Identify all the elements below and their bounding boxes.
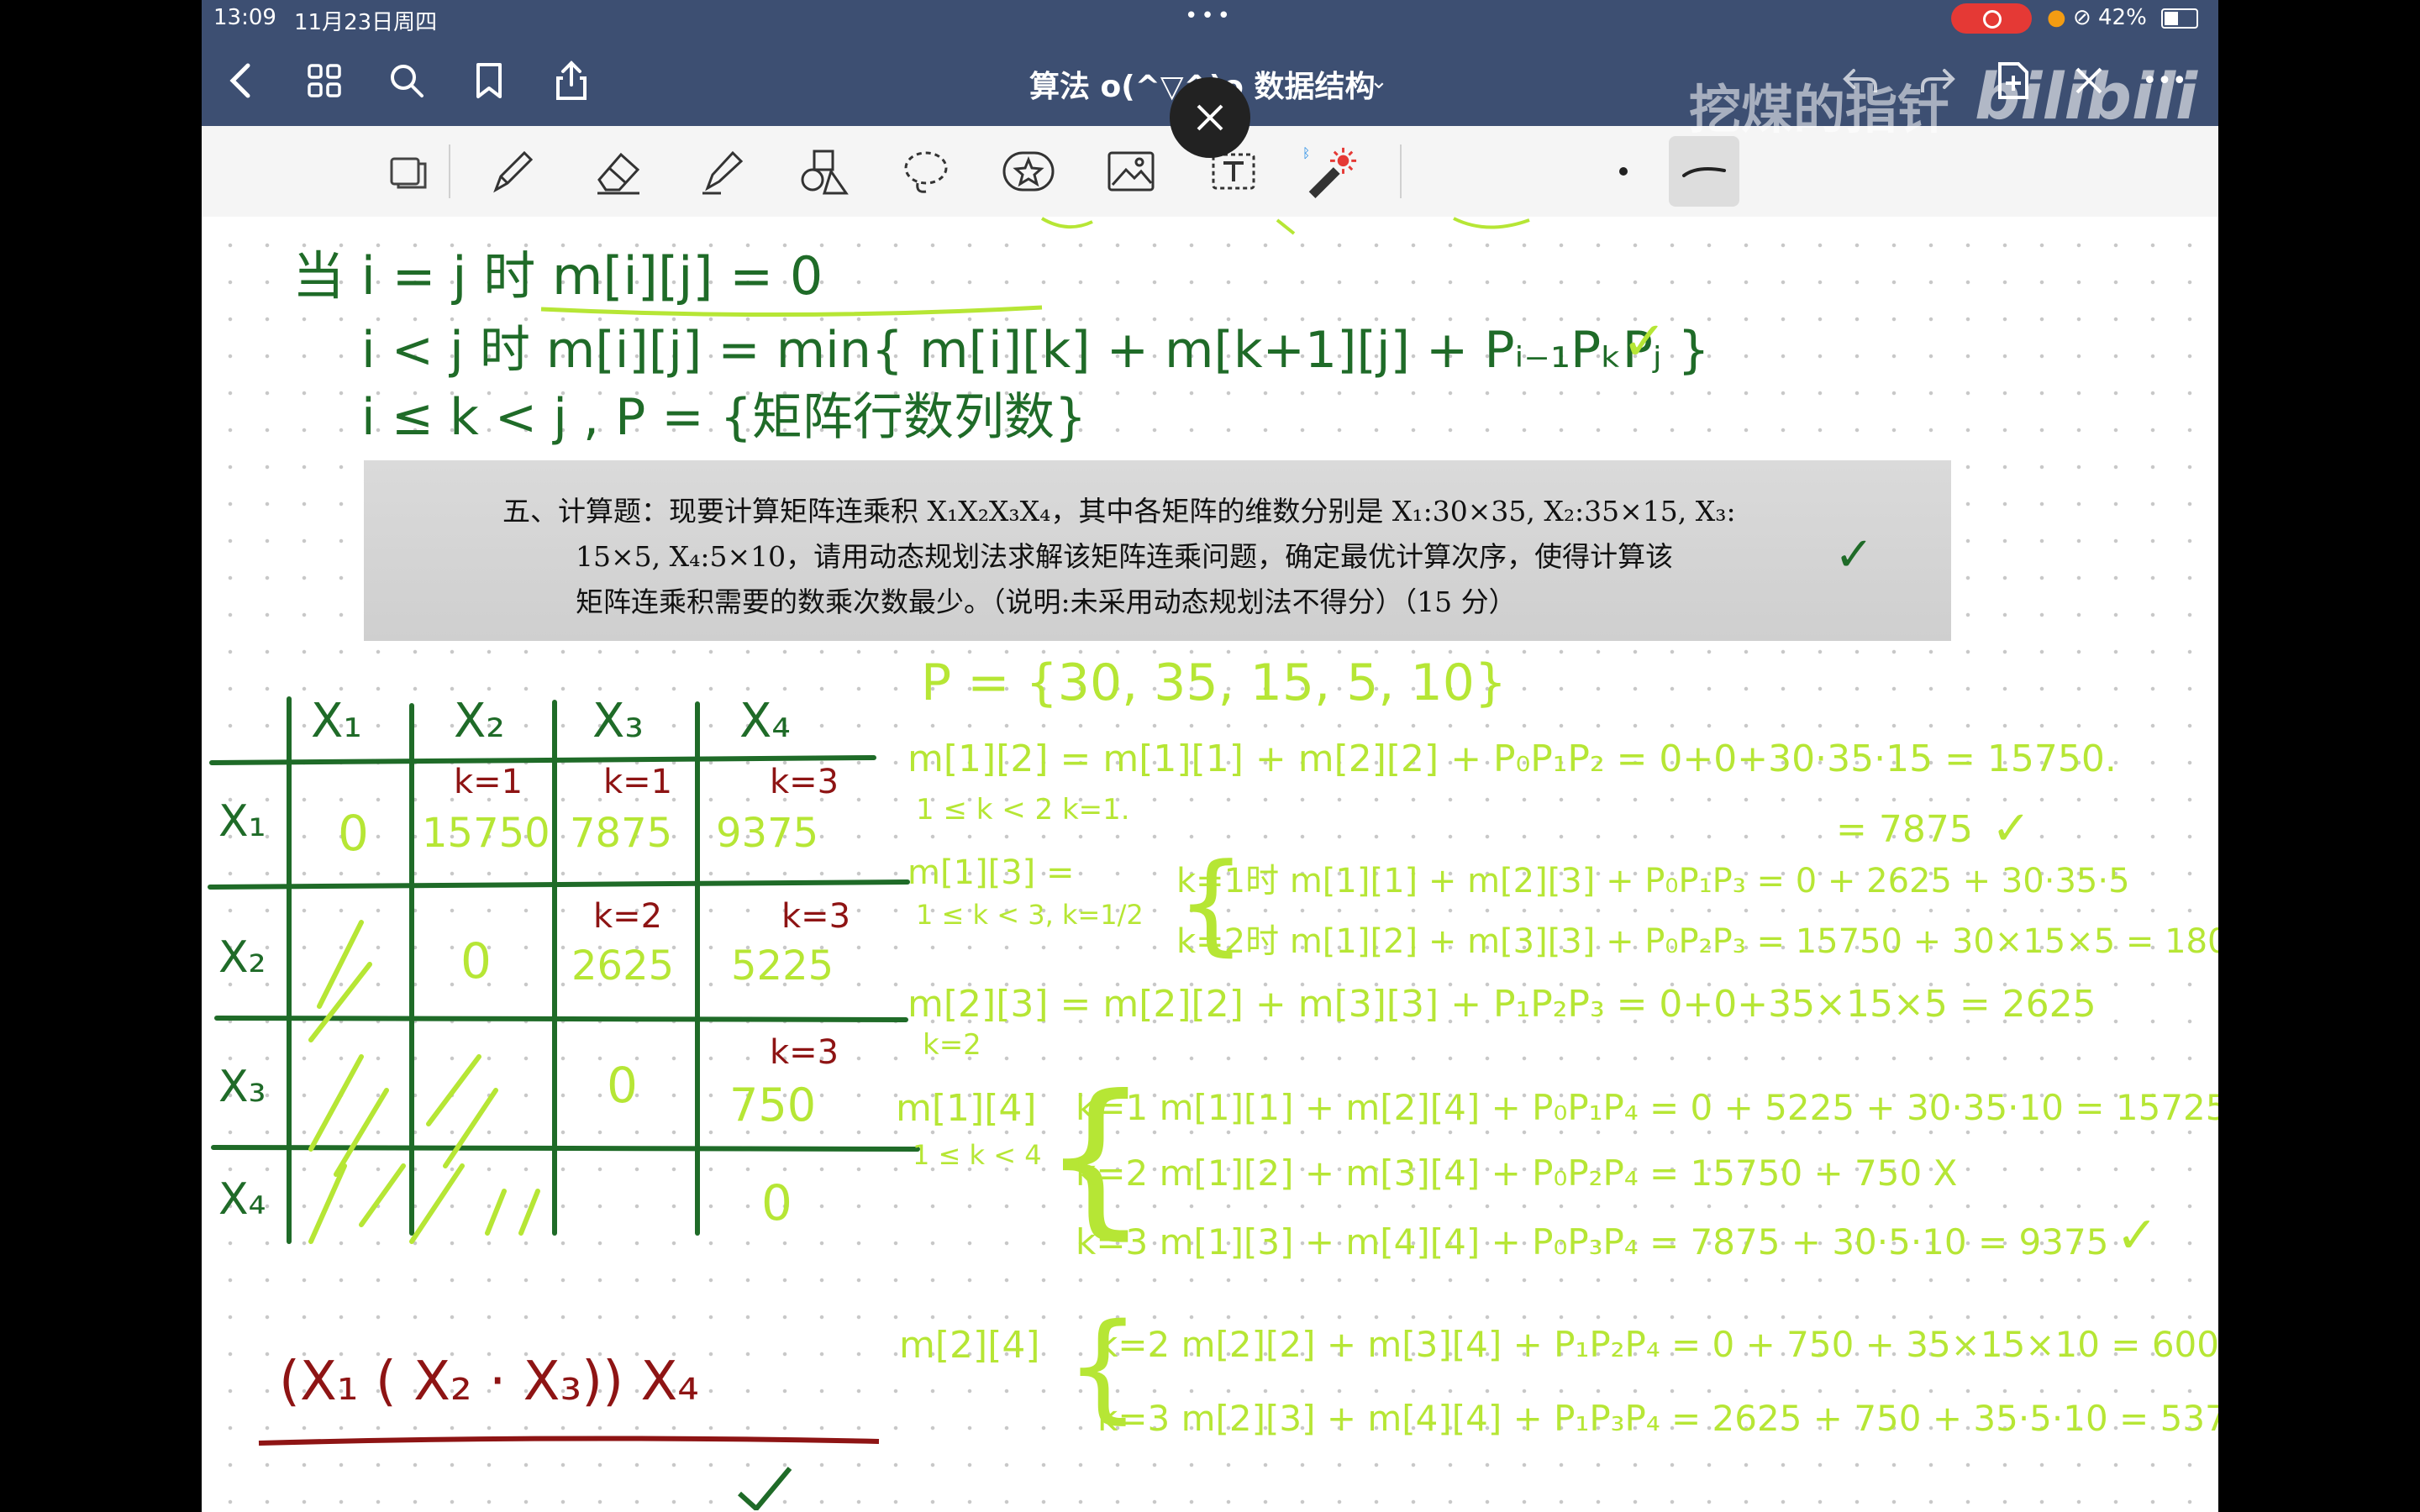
calc-m13-k1: k=1时 m[1][1] + m[2][3] + P₀P₁P₃ = 0 + 26… bbox=[1176, 862, 2130, 900]
pen-icon[interactable] bbox=[484, 143, 541, 200]
note-line-k-range: i ≤ k < j , P = {矩阵行数列数} bbox=[361, 388, 1087, 447]
svg-text:ᛒ: ᛒ bbox=[1302, 145, 1310, 160]
lasso-shape-icon[interactable] bbox=[380, 143, 437, 200]
cell-m22: 0 bbox=[460, 932, 492, 990]
problem-line-3: 矩阵连乘积需要的数乘次数最少。（说明:未采用动态规划法不得分）（15 分） bbox=[576, 585, 1517, 618]
calc-m24-k3: k=3 m[2][3] + m[4][4] + P₁P₃P₄ = 2625 + … bbox=[1097, 1398, 2218, 1439]
calc-m13-label: m[1][3] = bbox=[908, 853, 1075, 892]
calc-m23: m[2][3] = m[2][2] + m[3][3] + P₁P₂P₃ = 0… bbox=[908, 983, 2096, 1026]
problem-photo[interactable]: 五、计算题：现要计算矩阵连乘积 X₁X₂X₃X₄，其中各矩阵的维数分别是 X₁:… bbox=[364, 460, 1951, 641]
cell-m34-k: k=3 bbox=[770, 1033, 839, 1072]
bookmark-icon[interactable] bbox=[467, 59, 511, 102]
checkmark-icon: ✓ bbox=[1622, 311, 1667, 373]
status-time: 13:09 bbox=[213, 5, 276, 30]
calc-m12: m[1][2] = m[1][1] + m[2][2] + P₀P₁P₂ = 0… bbox=[908, 738, 2117, 780]
cell-m12-k: k=1 bbox=[454, 763, 523, 801]
cell-m13: 7875 bbox=[570, 810, 673, 857]
problem-line-2: 15×5, X₄:5×10，请用动态规划法求解该矩阵连乘问题，确定最优计算次序，… bbox=[576, 540, 1674, 573]
calc-m14-range: 1 ≤ k < 4 bbox=[913, 1139, 1042, 1171]
col-header-x1: X₁ bbox=[311, 694, 362, 748]
cell-m24-k: k=3 bbox=[781, 897, 851, 936]
eraser-icon[interactable] bbox=[590, 143, 647, 200]
calc-m14-k3: k=3 m[1][3] + m[4][4] + P₀P₃P₄ = 7875 + … bbox=[1076, 1221, 2109, 1263]
result-underline bbox=[258, 1436, 880, 1510]
row-header-x3: X₃ bbox=[218, 1062, 266, 1112]
link-icon: ⊘ bbox=[2072, 5, 2091, 30]
image-icon[interactable] bbox=[1102, 143, 1160, 200]
col-header-x4: X₄ bbox=[739, 694, 791, 748]
p-vector: P = {30, 35, 15, 5, 10} bbox=[921, 654, 1507, 712]
cell-m24: 5225 bbox=[731, 942, 834, 990]
calc-m24-k2: k=2 m[2][2] + m[3][4] + P₁P₂P₄ = 0 + 750… bbox=[1097, 1324, 2218, 1365]
cell-m14: 9375 bbox=[716, 810, 819, 857]
calc-m13-result: = 7875 bbox=[1836, 808, 1973, 851]
row-header-x4: X₄ bbox=[218, 1174, 266, 1225]
col-header-x3: X₃ bbox=[592, 694, 644, 748]
back-icon[interactable] bbox=[218, 59, 262, 102]
calc-m13-range: 1 ≤ k < 3, k=1/2 bbox=[916, 899, 1144, 931]
calc-m12-range: 1 ≤ k < 2 k=1. bbox=[916, 793, 1130, 827]
lasso-icon[interactable] bbox=[897, 143, 955, 200]
row-header-x1: X₁ bbox=[218, 796, 266, 847]
row-header-x2: X₂ bbox=[218, 932, 266, 983]
cell-m14-k: k=3 bbox=[770, 763, 839, 801]
close-floating-button[interactable] bbox=[1170, 77, 1250, 158]
calc-m24-label: m[2][4] bbox=[899, 1324, 1040, 1367]
cell-m11: 0 bbox=[338, 805, 369, 862]
chevron-down-icon[interactable]: ⌄ bbox=[1370, 69, 1388, 94]
cell-m34: 750 bbox=[729, 1079, 817, 1131]
toolbar-divider bbox=[449, 144, 450, 198]
record-icon bbox=[1983, 10, 2002, 29]
cell-m23: 2625 bbox=[571, 942, 675, 990]
multitask-dots-icon[interactable]: ••• bbox=[1185, 3, 1234, 29]
checkmark-icon: ✓ bbox=[2116, 1206, 2159, 1265]
status-icons: ● ⊘ 42% bbox=[2047, 5, 2147, 30]
laser-pointer-icon[interactable]: ᛒ bbox=[1301, 143, 1358, 200]
checkmark-icon: ✓ bbox=[1991, 801, 2031, 856]
cell-m23-k: k=2 bbox=[593, 897, 663, 936]
calc-m14-label: m[1][4] bbox=[896, 1087, 1037, 1130]
calc-m13-k2: k=2时 m[1][2] + m[3][3] + P₀P₂P₃ = 15750 … bbox=[1176, 922, 2218, 961]
share-icon[interactable] bbox=[550, 59, 593, 102]
sticker-icon[interactable] bbox=[1000, 143, 1057, 200]
cell-m13-k: k=1 bbox=[603, 763, 673, 801]
toolbar-divider bbox=[1400, 144, 1402, 198]
battery-percent: 42% bbox=[2098, 5, 2147, 30]
cell-m33: 0 bbox=[607, 1057, 638, 1114]
highlighter-icon[interactable] bbox=[692, 143, 750, 200]
channel-watermark: 挖煤的指针 bbox=[1689, 79, 1950, 140]
calc-m14-k1: k=1 m[1][1] + m[2][4] + P₀P₁P₄ = 0 + 522… bbox=[1076, 1087, 2218, 1128]
note-canvas[interactable]: 当 i = j 时 m[i][j] = 0 i < j 时 m[i][j] = … bbox=[202, 217, 2218, 1512]
cell-m12: 15750 bbox=[422, 810, 550, 857]
status-date: 11月23日周四 bbox=[294, 10, 438, 35]
search-icon[interactable] bbox=[385, 59, 429, 102]
orange-dot-icon: ● bbox=[2047, 5, 2066, 30]
stroke-style-button[interactable] bbox=[1669, 136, 1739, 207]
shapes-icon[interactable] bbox=[795, 143, 852, 200]
grid-icon[interactable] bbox=[302, 59, 346, 102]
note-line-recurrence: i < j 时 m[i][j] = min{ m[i][k] + m[k+1][… bbox=[361, 321, 1710, 380]
ipad-screen: 13:09 11月23日周四 ••• ● ⊘ 42% 算法 o(^▽^)o 数据… bbox=[202, 0, 2218, 1512]
problem-line-1: 五、计算题：现要计算矩阵连乘积 X₁X₂X₃X₄，其中各矩阵的维数分别是 X₁:… bbox=[502, 495, 1736, 528]
col-header-x2: X₂ bbox=[454, 694, 505, 748]
bilibili-logo: bilibili bbox=[1975, 59, 2198, 134]
calc-m14-k2: k=2 m[1][2] + m[3][4] + P₀P₂P₄ = 15750 +… bbox=[1076, 1152, 1958, 1194]
pen-size-dot-icon[interactable] bbox=[1595, 143, 1652, 200]
cell-m44: 0 bbox=[761, 1174, 792, 1231]
checkmark-icon: ✓ bbox=[1834, 528, 1874, 582]
battery-icon bbox=[2161, 8, 2198, 29]
calc-m23-k: k=2 bbox=[923, 1028, 981, 1062]
status-bar: 13:09 11月23日周四 ••• ● ⊘ 42% bbox=[202, 0, 2218, 37]
screen-recording-indicator[interactable] bbox=[1951, 3, 2032, 34]
optimal-order: (X₁ ( X₂ · X₃)) X₄ bbox=[279, 1351, 699, 1413]
